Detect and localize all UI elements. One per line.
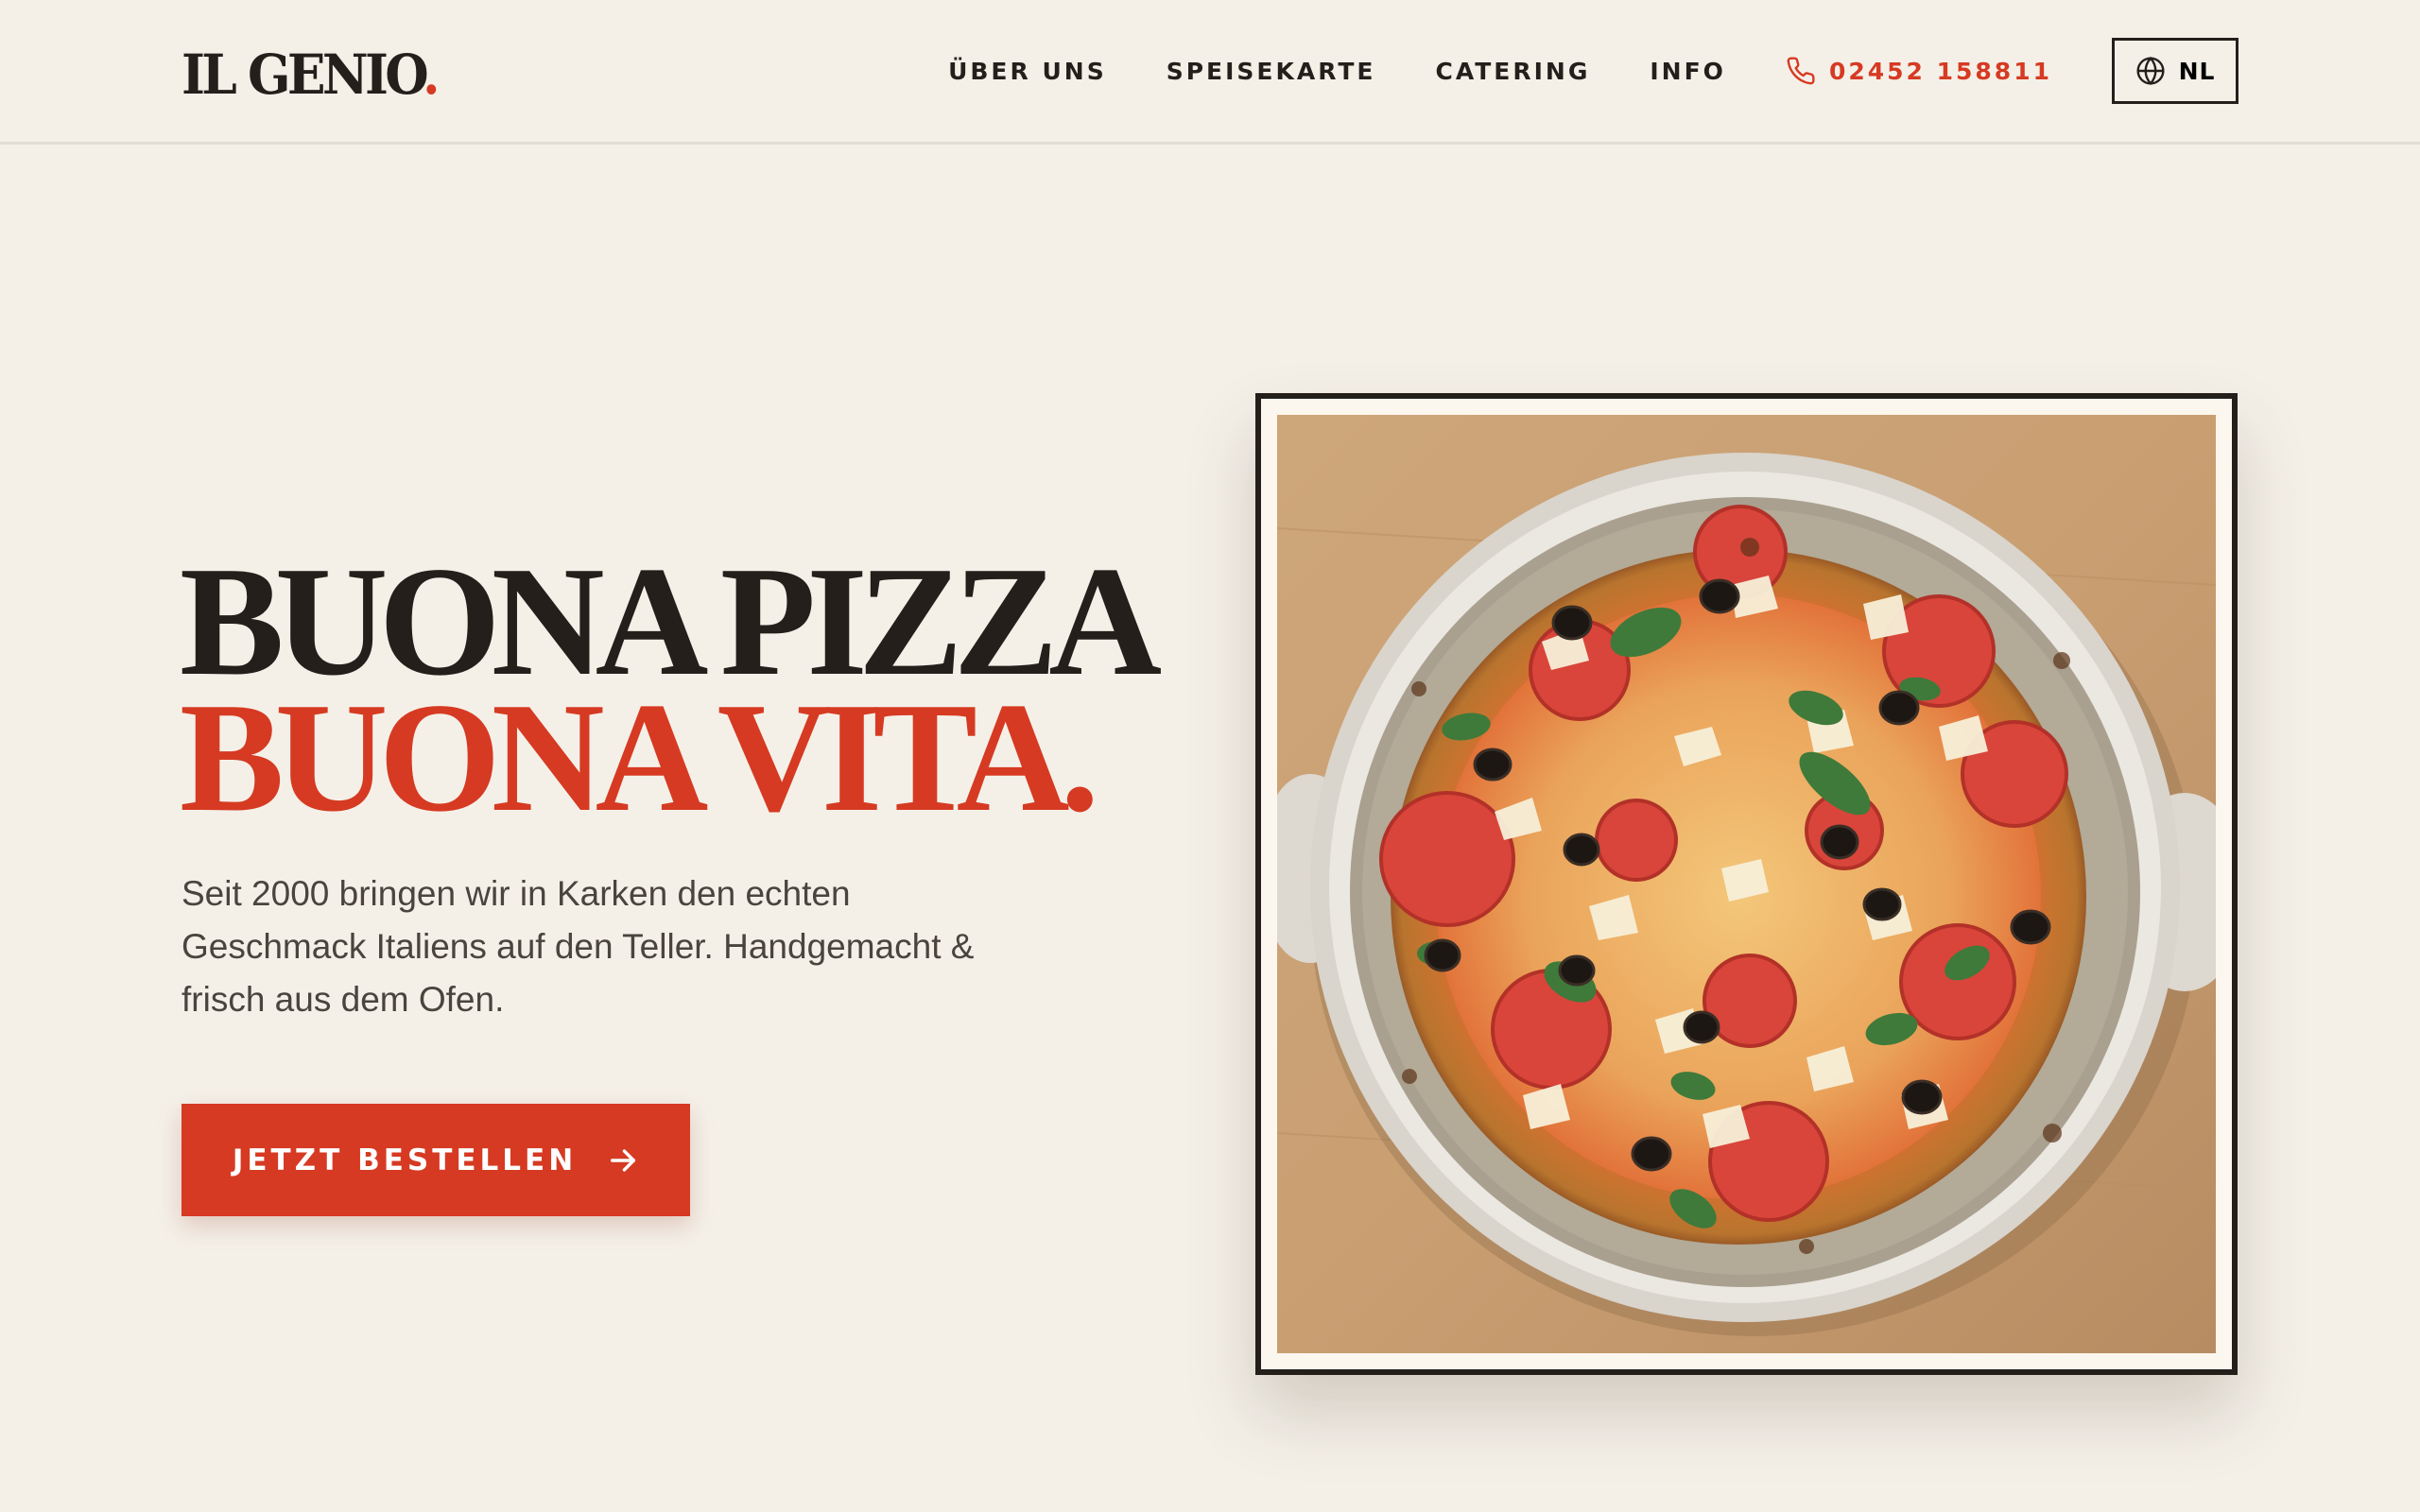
- arrow-right-icon: [611, 1148, 636, 1172]
- logo-text: IL GENIO: [182, 43, 426, 107]
- headline-line-1: BUONA PIZZA: [180, 534, 1162, 708]
- hero-headline: BUONA PIZZA BUONA VITA.: [180, 534, 1162, 844]
- nav-link-info[interactable]: INFO: [1650, 58, 1726, 85]
- pizza-illustration: [1277, 415, 2216, 1353]
- language-switcher[interactable]: NL: [2112, 38, 2238, 104]
- order-now-button[interactable]: JETZT BESTELLEN: [182, 1104, 690, 1216]
- main-nav: ÜBER UNS SPEISEKARTE CATERING INFO 02452…: [948, 38, 2238, 104]
- logo-dot: .: [422, 43, 441, 107]
- phone-icon: [1787, 57, 1815, 85]
- globe-icon: [2136, 56, 2165, 86]
- hero-description: Seit 2000 bringen wir in Karken den echt…: [182, 874, 975, 1019]
- nav-link-ueber-uns[interactable]: ÜBER UNS: [948, 58, 1107, 85]
- order-now-label: JETZT BESTELLEN: [232, 1143, 578, 1177]
- nav-link-catering[interactable]: CATERING: [1435, 58, 1590, 85]
- headline-line-2: BUONA VITA.: [180, 670, 1099, 844]
- pizza-photo: [1277, 415, 2216, 1353]
- logo[interactable]: IL GENIO.: [182, 42, 441, 108]
- hero-image-frame: [1255, 393, 2238, 1375]
- phone-number: 02452 158811: [1828, 57, 2052, 85]
- phone-link[interactable]: 02452 158811: [1786, 56, 2052, 86]
- nav-link-speisekarte[interactable]: SPEISEKARTE: [1167, 58, 1376, 85]
- site-header: IL GENIO. ÜBER UNS SPEISEKARTE CATERING …: [0, 0, 2420, 145]
- language-label: NL: [2178, 57, 2216, 85]
